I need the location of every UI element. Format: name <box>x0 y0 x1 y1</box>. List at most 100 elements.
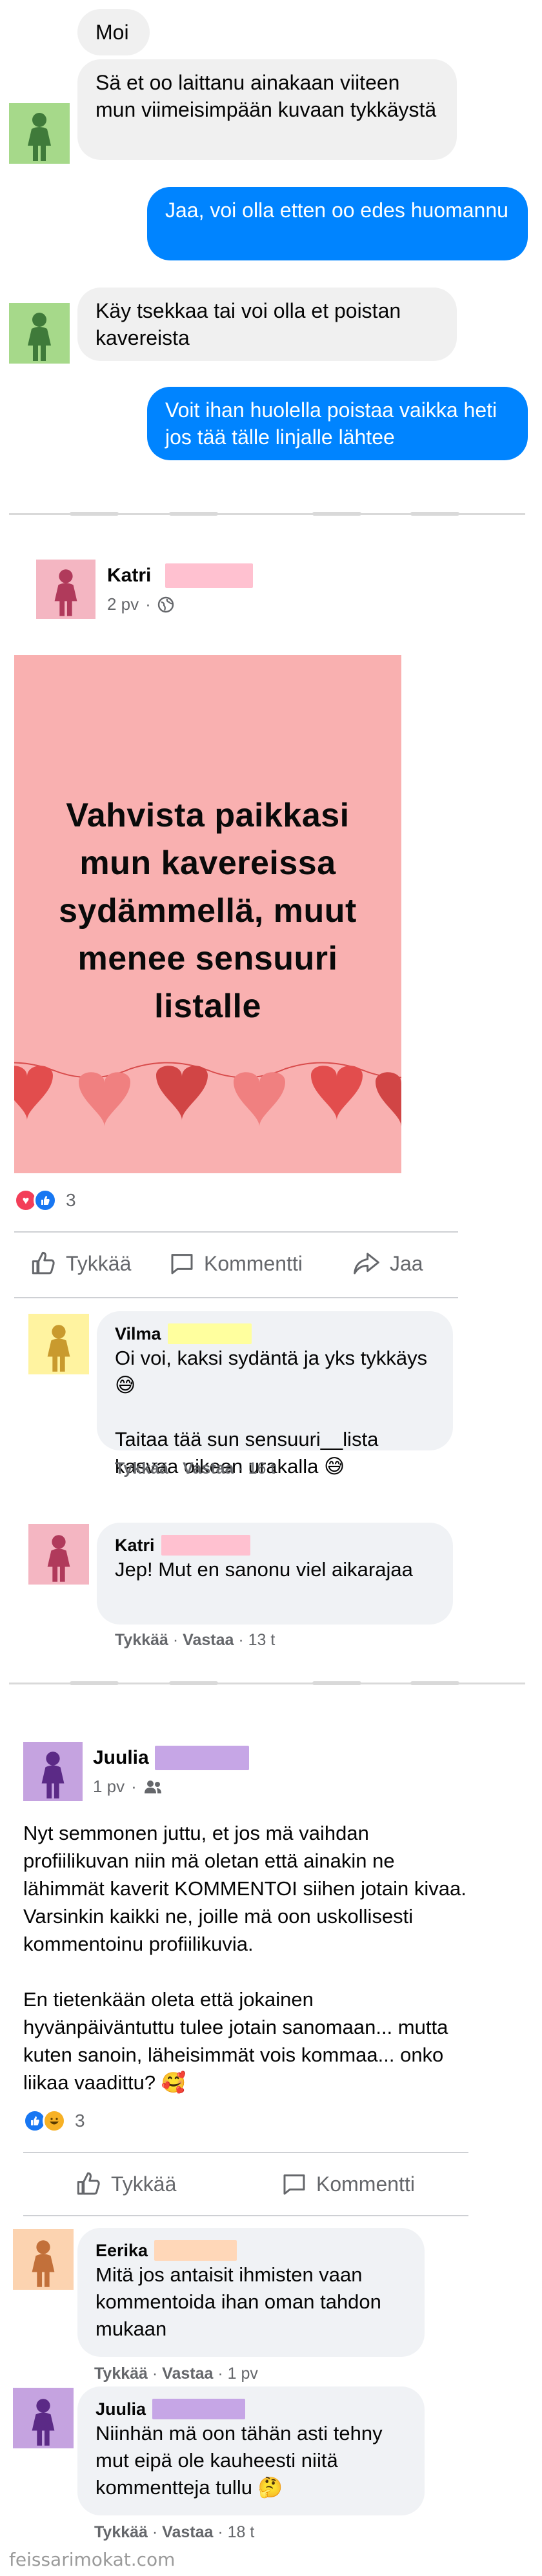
reactions-summary[interactable]: ♥ 3 <box>14 1189 76 1212</box>
avatar[interactable] <box>9 103 70 164</box>
redaction-bar <box>165 563 253 588</box>
hearts-garland <box>14 1062 401 1127</box>
message-bubble-incoming: Sä et oo laittanu ainakaan viiteen mun v… <box>77 59 457 160</box>
redaction-bar <box>161 1535 250 1556</box>
post-meta: 1 pv · <box>93 1777 163 1797</box>
comment-reply-link[interactable]: Vastaa <box>162 2365 213 2383</box>
person-icon <box>32 2399 55 2446</box>
divider-dash <box>312 512 361 516</box>
like-button[interactable]: Tykkää <box>76 2171 176 2197</box>
comment-text: Mitä jos antaisit ihmisten vaan kommento… <box>95 2263 381 2340</box>
comment-time[interactable]: 16 t <box>248 1459 276 1478</box>
comment-meta: Tykkää · Vastaa · 18 t <box>94 2523 255 2541</box>
message-text: Moi <box>95 21 129 44</box>
post-author-name[interactable]: Juulia <box>93 1747 149 1769</box>
comment-icon <box>171 1254 193 1274</box>
comment-time[interactable]: 18 t <box>228 2523 255 2541</box>
thumbs-up-icon <box>32 1251 55 1274</box>
globe-icon <box>157 596 174 612</box>
comment-author-name[interactable]: Eerika <box>95 2239 148 2261</box>
reaction-count: 3 <box>66 1190 76 1210</box>
comment-label: Kommentti <box>316 2172 415 2196</box>
comment-reply-link[interactable]: Vastaa <box>183 1459 234 1478</box>
share-button[interactable]: Jaa <box>352 1251 423 1276</box>
comment-like-link[interactable]: Tykkää <box>94 2523 148 2541</box>
comment-like-link[interactable]: Tykkää <box>115 1631 168 1649</box>
like-button[interactable]: Tykkää <box>31 1251 131 1276</box>
avatar[interactable] <box>28 1524 89 1585</box>
comment-reply-link[interactable]: Vastaa <box>183 1631 234 1649</box>
comment-author-name[interactable]: Katri <box>115 1534 155 1556</box>
comment-author-row: Eerika <box>95 2239 406 2261</box>
person-icon <box>28 313 51 361</box>
redaction-bar <box>154 2240 237 2261</box>
comment-author-name[interactable]: Vilma <box>115 1323 161 1345</box>
comment-author-row: Katri <box>115 1534 435 1556</box>
share-icon <box>354 1253 379 1274</box>
message-text: Voit ihan huolella poistaa vaikka heti j… <box>165 398 497 449</box>
comment-bubble: Juulia Niinhän mä oon tähän asti tehny m… <box>77 2386 425 2515</box>
person-icon <box>41 1751 65 1799</box>
watermark: feissarimokat.com <box>9 2549 176 2570</box>
comment-like-link[interactable]: Tykkää <box>94 2365 148 2383</box>
comment-author-name[interactable]: Juulia <box>95 2398 146 2420</box>
divider-dash <box>70 1681 119 1685</box>
post-image[interactable]: Vahvista paikkasi mun kavereissa sydämme… <box>14 655 401 1173</box>
comment-text: Jep! Mut en sanonu viel aikarajaa <box>115 1558 413 1581</box>
divider-dash <box>410 512 459 516</box>
comment-bubble: Vilma Oi voi, kaksi sydäntä ja yks tykkä… <box>97 1311 453 1478</box>
like-label: Tykkää <box>111 2172 177 2196</box>
post-image-text: Vahvista paikkasi mun kavereissa sydämme… <box>59 797 357 1025</box>
avatar[interactable] <box>23 1742 83 1801</box>
redaction-bar <box>152 2399 246 2419</box>
person-icon <box>32 2240 55 2287</box>
avatar[interactable] <box>13 2388 74 2448</box>
post-text: Nyt semmonen juttu, et jos mä vaihdan pr… <box>23 1822 467 1955</box>
comment-button[interactable]: Kommentti <box>169 1251 303 1276</box>
comment-time[interactable]: 13 t <box>248 1631 276 1649</box>
comment-meta: Tykkää · Vastaa · 1 pv <box>94 2365 258 2383</box>
message-bubble-outgoing: Voit ihan huolella poistaa vaikka heti j… <box>147 387 528 460</box>
divider-dash <box>70 512 119 516</box>
like-label: Tykkää <box>66 1251 132 1275</box>
thumbs-up-icon <box>77 2172 100 2195</box>
divider <box>14 1231 458 1233</box>
redaction-bar <box>155 1746 249 1770</box>
reactions-summary[interactable]: 3 <box>23 2109 85 2132</box>
post-time[interactable]: 2 pv <box>107 594 139 614</box>
comment-time[interactable]: 1 pv <box>228 2365 258 2383</box>
comment-bubble: Katri Jep! Mut en sanonu viel aikarajaa <box>97 1523 453 1625</box>
divider-dash <box>410 1681 459 1685</box>
comment-author-row: Juulia <box>95 2398 406 2420</box>
divider-dash <box>312 1681 361 1685</box>
person-icon <box>47 1535 70 1582</box>
message-bubble-outgoing: Jaa, voi olla etten oo edes huomannu <box>147 187 528 260</box>
redaction-bar <box>167 1323 252 1344</box>
post-meta: 2 pv · <box>107 594 174 614</box>
message-bubble-incoming: Käy tsekkaa tai voi olla et poistan kave… <box>77 288 457 361</box>
comment-meta: Tykkää · Vastaa · 13 t <box>115 1631 276 1649</box>
person-icon <box>47 1325 70 1372</box>
divider-dash <box>169 1681 218 1685</box>
comment-button[interactable]: Kommentti <box>281 2171 415 2197</box>
avatar[interactable] <box>13 2229 74 2290</box>
comment-label: Kommentti <box>204 1251 303 1275</box>
post-time[interactable]: 1 pv <box>93 1777 125 1797</box>
avatar[interactable] <box>28 1314 89 1374</box>
avatar[interactable] <box>9 303 70 364</box>
like-reaction-icon <box>34 1189 57 1212</box>
avatar[interactable] <box>36 560 95 619</box>
person-icon <box>28 113 51 161</box>
post-author-name[interactable]: Katri <box>107 565 151 587</box>
message-text: Käy tsekkaa tai voi olla et poistan kave… <box>95 299 401 349</box>
comment-meta: Tykkää · Vastaa · 16 t <box>115 1459 276 1478</box>
divider <box>23 2215 468 2216</box>
message-text: Jaa, voi olla etten oo edes huomannu <box>165 199 508 222</box>
comment-like-link[interactable]: Tykkää <box>115 1459 168 1478</box>
comment-icon <box>283 2174 305 2195</box>
comment-reply-link[interactable]: Vastaa <box>162 2523 213 2541</box>
message-text: Sä et oo laittanu ainakaan viiteen mun v… <box>95 71 437 121</box>
person-icon <box>54 569 77 616</box>
comment-text: Niinhän mä oon tähän asti tehny mut eipä… <box>95 2422 383 2499</box>
reaction-count: 3 <box>75 2111 85 2131</box>
